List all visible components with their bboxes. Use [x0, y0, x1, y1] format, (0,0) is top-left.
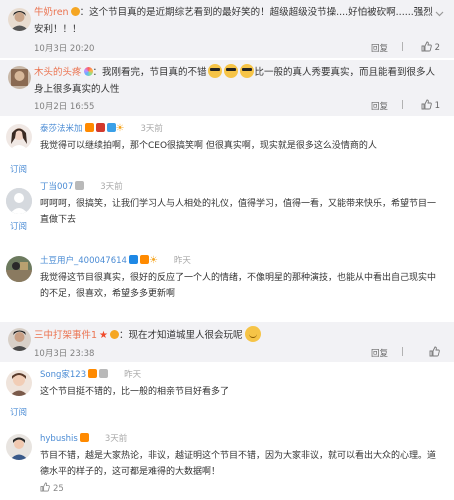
like-button[interactable]: 2	[421, 41, 440, 55]
comment-text: ：现在才知道城里人很会玩呢	[119, 330, 243, 341]
level-badge-icon	[139, 255, 149, 264]
comment-time: 3天前	[100, 182, 123, 192]
comment-item-1: 订阅 泰莎法米加 ☀ 3天前 我觉得可以继续拍啊，那个CEO很搞笑啊 但很真实啊，现…	[0, 120, 454, 176]
avatar[interactable]	[6, 188, 32, 214]
vip-badge-icon	[84, 123, 94, 132]
avatar[interactable]	[6, 124, 32, 150]
comment-item-5: hybushis 3天前 节目不错，越是大家热论，非议，越证明这个节目不错，因为大…	[0, 430, 454, 500]
avatar[interactable]	[8, 8, 31, 31]
cool-emoji-icon	[223, 64, 238, 78]
chevron-down-icon[interactable]	[435, 10, 444, 20]
username-link[interactable]: 泰莎法米加	[40, 124, 83, 134]
sun-badge-icon: ☀	[115, 123, 125, 134]
weibo-comment-2: 木头的头疼 ：我刚看完，节目真的不错 比一般的真人秀要真实，而且能看到很多人身上很多…	[0, 60, 454, 116]
comment-text: 节目不错，越是大家热论，非议，越证明这个节目不错，因为大家非议，就可以看出大众的…	[40, 451, 437, 477]
vip-badge-icon	[79, 433, 89, 442]
smile-emoji-icon	[244, 326, 261, 342]
reply-button[interactable]: 回复	[371, 347, 388, 359]
vip-badge-icon	[75, 181, 85, 190]
thumb-up-icon	[40, 482, 50, 495]
like-count: 1	[434, 101, 440, 111]
comment-time: 3天前	[140, 124, 163, 134]
member-badge-icon	[106, 123, 116, 132]
vip-badge-icon	[70, 7, 80, 16]
username-link[interactable]: 土豆用户_400047614	[40, 256, 127, 266]
comment-text: 我觉得可以继续拍啊，那个CEO很搞笑啊 但很真实啊，现实就是很多这么没情商的人	[40, 141, 377, 151]
like-count: 25	[53, 483, 64, 494]
comment-feed-page: 牛奶ren ：这个节目真的是近期综艺看到的最好笑的！超级超级没节操....好怕被砍…	[0, 0, 454, 500]
vip-badge-icon	[110, 330, 120, 339]
avatar[interactable]	[6, 370, 32, 396]
level-badge-icon	[99, 369, 109, 378]
sun-badge-icon: ☀	[148, 255, 158, 266]
comment-text: ：这个节目真的是近期综艺看到的最好笑的！超级超级没节操....好怕被砍啊....…	[34, 7, 433, 35]
like-button[interactable]	[429, 346, 440, 360]
reply-button[interactable]: 回复	[371, 42, 388, 54]
username-link[interactable]: 丁当007	[40, 182, 73, 192]
comment-text: 呵呵呵，很搞笑，让我们学习人与人相处的礼仪，值得学习，值得一看，又能带来快乐，希…	[40, 199, 437, 225]
comment-text: ：我刚看完，节目真的不错	[92, 67, 207, 78]
comment-item-4: 订阅 Song家123 昨天 这个节目挺不错的，比一般的相亲节目好看多了	[0, 366, 454, 424]
like-button[interactable]: 1	[421, 99, 440, 113]
username-link[interactable]: 三中打架事件1	[34, 330, 97, 341]
thumb-up-icon	[421, 41, 432, 55]
comment-text: 这个节目挺不错的，比一般的相亲节目好看多了	[40, 387, 230, 397]
weibo-comment-3: 三中打架事件1 ★ ：现在才知道城里人很会玩呢 10月3日 23:38 回复 |	[0, 322, 454, 362]
like-button[interactable]: 25	[40, 482, 64, 495]
comment-text: 我觉得这节目很真实，很好的反应了一个人的情绪，不像明星的那种演技，也能从中看出自…	[40, 273, 437, 299]
comment-item-3: 土豆用户_400047614 ☀ 昨天 我觉得这节目很真实，很好的反应了一个人的情绪…	[0, 252, 454, 320]
level-badge-icon	[95, 123, 105, 132]
timestamp: 10月2日 16:55	[34, 102, 95, 112]
avatar[interactable]	[6, 434, 32, 460]
weibo-comment-1: 牛奶ren ：这个节目真的是近期综艺看到的最好笑的！超级超级没节操....好怕被砍…	[0, 0, 454, 58]
username-link[interactable]: 木头的头疼	[34, 67, 82, 78]
avatar[interactable]	[8, 328, 31, 351]
rainbow-badge-icon	[83, 67, 93, 76]
comment-time: 昨天	[173, 256, 191, 266]
reply-button[interactable]: 回复	[371, 100, 388, 112]
separator: |	[401, 347, 404, 357]
cool-emoji-icon	[239, 64, 254, 78]
like-count: 2	[434, 43, 440, 53]
subscribe-link[interactable]: 订阅	[10, 406, 27, 418]
username-link[interactable]: hybushis	[40, 434, 78, 444]
vip-badge-icon	[88, 369, 98, 378]
vip-badge-icon	[128, 255, 138, 264]
thumb-up-icon	[429, 346, 440, 360]
timestamp: 10月3日 20:20	[34, 44, 95, 54]
avatar[interactable]	[6, 256, 32, 282]
username-link[interactable]: Song家123	[40, 370, 86, 380]
username-link[interactable]: 牛奶ren	[34, 7, 69, 18]
separator: |	[401, 100, 404, 110]
cool-emoji-icon	[207, 64, 222, 78]
timestamp: 10月3日 23:38	[34, 349, 95, 359]
thumb-up-icon	[421, 99, 432, 113]
star-badge-icon: ★	[99, 330, 109, 341]
comment-item-2: 订阅 丁当007 3天前 呵呵呵，很搞笑，让我们学习人与人相处的礼仪，值得学习，值…	[0, 178, 454, 248]
separator: |	[401, 42, 404, 52]
subscribe-link[interactable]: 订阅	[10, 220, 27, 232]
avatar[interactable]	[8, 66, 31, 89]
subscribe-link[interactable]: 订阅	[10, 163, 27, 175]
comment-time: 3天前	[104, 434, 128, 444]
comment-time: 昨天	[124, 370, 142, 380]
